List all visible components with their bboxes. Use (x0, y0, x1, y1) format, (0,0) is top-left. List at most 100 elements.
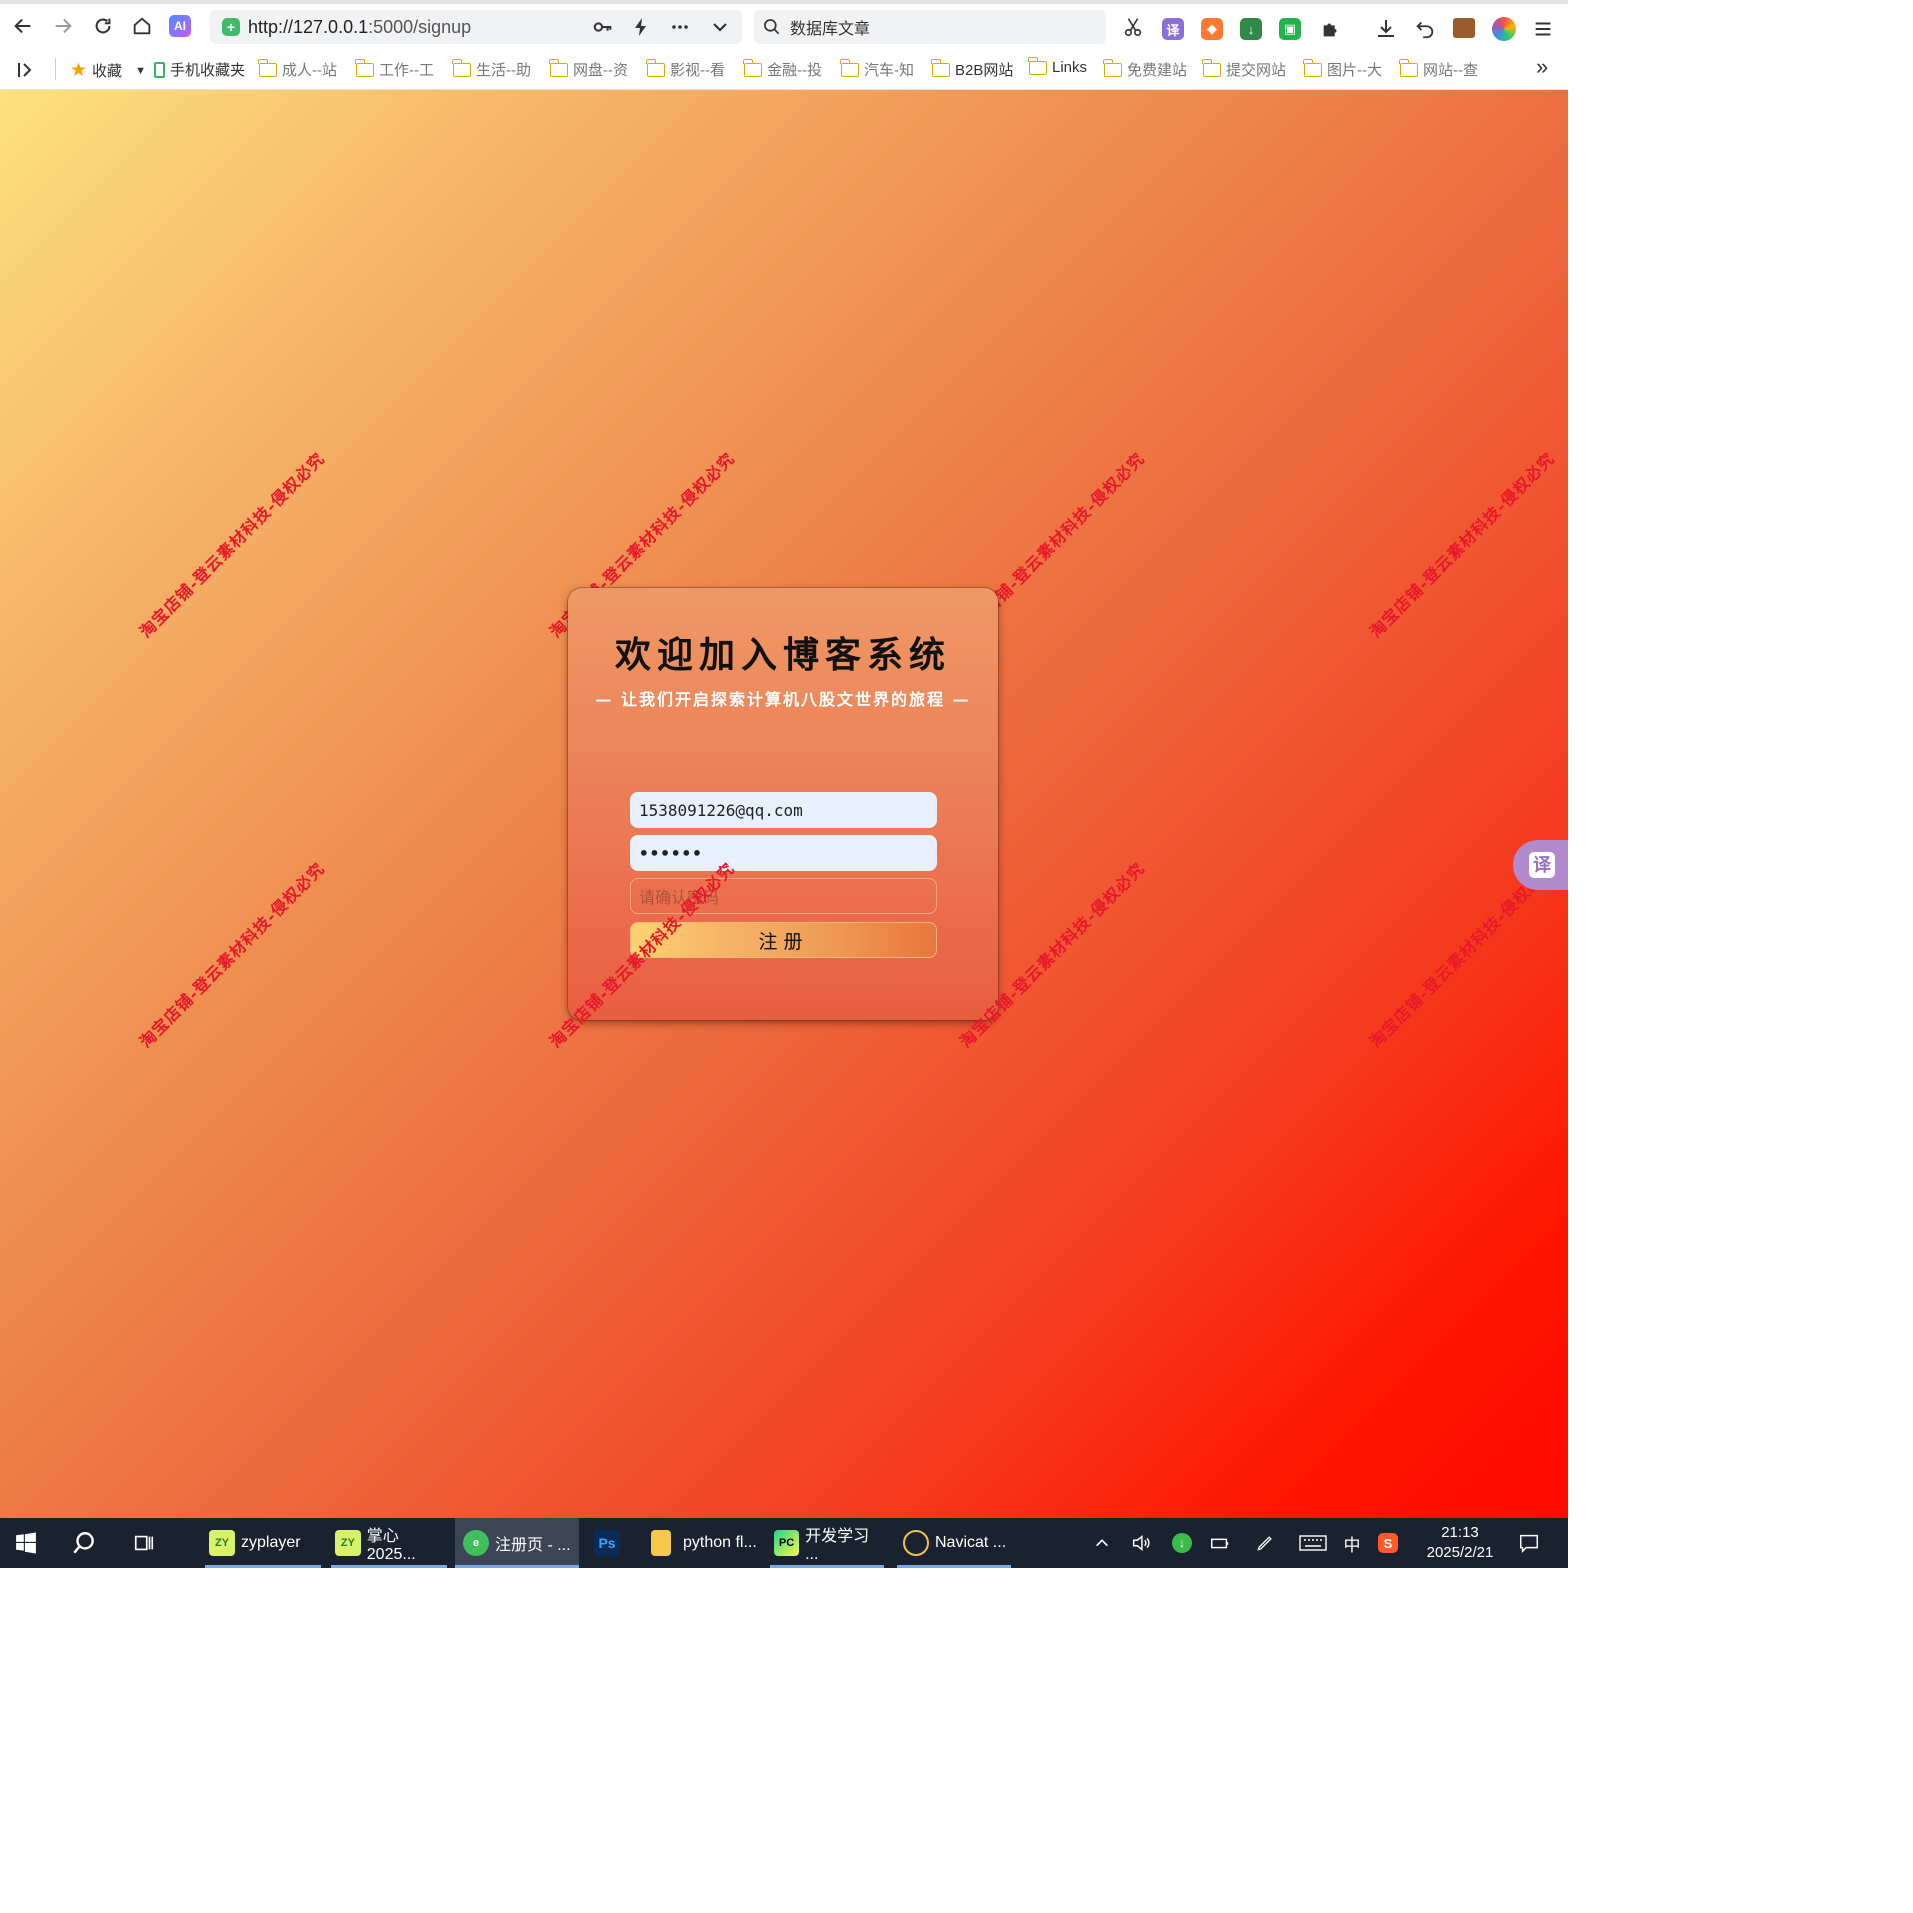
task-view-icon[interactable] (128, 1518, 160, 1568)
folder-icon (743, 58, 762, 77)
bookmark-folder[interactable]: 生活--助 (452, 58, 531, 80)
keyboard-icon[interactable] (1298, 1518, 1328, 1568)
scissors-icon[interactable] (1122, 16, 1144, 42)
taskbar-app-browser[interactable]: e 注册页 - ... (455, 1518, 579, 1568)
notifications-icon[interactable] (1516, 1518, 1542, 1568)
downloads-icon[interactable] (1374, 17, 1398, 45)
extensions-icon[interactable] (1320, 18, 1342, 44)
translate-icon: 译 (1529, 852, 1555, 878)
watermark: 淘宝店铺-登云素材科技-侵权必究 (135, 448, 329, 642)
star-icon: ★ (70, 60, 88, 81)
secure-shield-icon: + (222, 18, 240, 36)
page-title: 欢迎加入博客系统 (614, 634, 951, 676)
folder-icon (931, 58, 950, 77)
chevron-up-icon[interactable] (1090, 1518, 1114, 1568)
folder-icon (1028, 56, 1047, 75)
bookmark-folder[interactable]: 工作--工 (355, 58, 434, 80)
chevron-down-icon[interactable] (709, 17, 731, 37)
download-ext-icon[interactable]: ↓ (1240, 18, 1262, 40)
signup-page: 淘宝店铺-登云素材科技-侵权必究 淘宝店铺-登云素材科技-侵权必究 淘宝店铺-登… (0, 90, 1568, 1518)
ime-indicator[interactable]: 中 (1340, 1518, 1364, 1568)
url-text: http://127.0.0.1:5000/signup (248, 16, 472, 37)
folder-icon (1399, 58, 1418, 77)
folder-icon (1202, 58, 1221, 77)
windows-start-icon[interactable] (10, 1518, 42, 1568)
home-icon[interactable] (122, 6, 162, 46)
forward-icon[interactable] (43, 6, 83, 46)
more-icon[interactable] (669, 17, 691, 37)
clock[interactable]: 21:13 2025/2/21 (1412, 1518, 1508, 1568)
bookmark-folder[interactable]: 网盘--资 (549, 58, 628, 80)
folder-icon (840, 58, 859, 77)
taskbar-app-photoshop[interactable]: Ps (590, 1518, 626, 1568)
caret-down-icon[interactable]: ▼ (135, 65, 146, 77)
sidebar-toggle-icon[interactable] (16, 60, 36, 84)
taskbar-app-navicat[interactable]: Navicat ... (897, 1518, 1011, 1568)
bookmark-folder[interactable]: 成人--站 (258, 58, 337, 80)
reload-icon[interactable] (83, 6, 123, 46)
browser-icon: e (463, 1530, 489, 1556)
folder-icon (646, 58, 665, 77)
folder-icon (1103, 58, 1122, 77)
search-text: 数据库文章 (790, 21, 871, 38)
undo-icon[interactable] (1414, 18, 1436, 44)
watermark: 淘宝店铺-登云素材科技-侵权必究 (1365, 448, 1559, 642)
folder-icon (258, 58, 277, 77)
taskbar-app-pycharm[interactable]: PC 开发学习 ... (770, 1518, 884, 1568)
email-field[interactable]: 1538091226@qq.com (630, 792, 937, 828)
briefcase-icon[interactable] (1453, 18, 1475, 38)
battery-icon[interactable] (1207, 1518, 1233, 1568)
bookmark-mobile[interactable]: 手机收藏夹 (154, 59, 245, 80)
clock-date: 2025/2/21 (1426, 1544, 1494, 1561)
folder-icon (1303, 58, 1322, 77)
bookmark-folder[interactable]: 图片--大 (1303, 58, 1382, 80)
search-icon[interactable] (66, 1518, 102, 1568)
sogou-icon[interactable]: S (1376, 1518, 1400, 1568)
ai-color-icon[interactable] (1492, 17, 1516, 41)
taskbar-app-zyplayer[interactable]: ZY zyplayer (205, 1518, 321, 1568)
address-bar[interactable]: + http://127.0.0.1:5000/signup (210, 10, 742, 44)
key-icon[interactable] (592, 17, 614, 37)
taskbar-app-folder[interactable]: python fl... (645, 1518, 761, 1568)
reader-ext-icon[interactable]: ▣ (1279, 18, 1301, 40)
divider (55, 58, 56, 80)
back-icon[interactable] (3, 6, 43, 46)
password-field[interactable]: •••••• (630, 835, 937, 871)
bookmark-folder[interactable]: Links (1028, 56, 1087, 76)
lightning-icon[interactable] (630, 17, 652, 37)
zyplayer-icon: ZY (209, 1530, 235, 1556)
pen-icon[interactable] (1252, 1518, 1278, 1568)
download-tray-icon[interactable]: ↓ (1170, 1518, 1194, 1568)
translate-ext-icon[interactable]: 译 (1162, 18, 1184, 40)
search-icon (764, 19, 780, 35)
more-bookmarks-button[interactable]: » (1536, 54, 1548, 80)
search-box[interactable]: 数据库文章 (754, 10, 1106, 44)
bookmark-folder[interactable]: B2B网站 (931, 58, 1013, 80)
folder-icon (549, 58, 568, 77)
pycharm-icon: PC (774, 1530, 800, 1556)
browser-toolbar: AI + http://127.0.0.1:5000/signup 数据库文章 … (0, 4, 1568, 48)
zyplayer-icon: ZY (335, 1530, 361, 1556)
folder-icon (355, 58, 374, 77)
phone-icon (154, 61, 165, 78)
bookmark-folder[interactable]: 汽车-知 (840, 58, 914, 80)
clock-time: 21:13 (1441, 1524, 1479, 1541)
navicat-icon (903, 1530, 929, 1556)
translate-float-button[interactable]: 译 (1513, 840, 1568, 890)
watermark: 淘宝店铺-登云素材科技-侵权必究 (135, 858, 329, 1052)
page-subtitle: — 让我们开启探索计算机八股文世界的旅程 — (595, 690, 971, 709)
bookmark-folder[interactable]: 免费建站 (1103, 58, 1187, 80)
bookmark-folder[interactable]: 提交网站 (1202, 58, 1286, 80)
bookmark-folder[interactable]: 金融--投 (743, 58, 822, 80)
taskbar: ZY zyplayer ZY 掌心2025... e 注册页 - ... Ps … (0, 1518, 1568, 1568)
volume-icon[interactable] (1128, 1518, 1154, 1568)
folder-icon (651, 1530, 671, 1556)
menu-icon[interactable] (1532, 18, 1554, 44)
ai-assistant-icon[interactable]: AI (160, 6, 200, 46)
bookmark-folder[interactable]: 网站--查 (1399, 58, 1478, 80)
taskbar-app-zhangxin[interactable]: ZY 掌心2025... (331, 1518, 447, 1568)
bookmark-folder[interactable]: 影视--看 (646, 58, 725, 80)
game-ext-icon[interactable]: ◆ (1201, 18, 1223, 40)
bookmark-favorites[interactable]: ★ 收藏 ▼ (70, 59, 146, 82)
bookmarks-bar: ★ 收藏 ▼ 手机收藏夹 成人--站 工作--工 生活--助 网盘--资 影视-… (0, 48, 1568, 90)
